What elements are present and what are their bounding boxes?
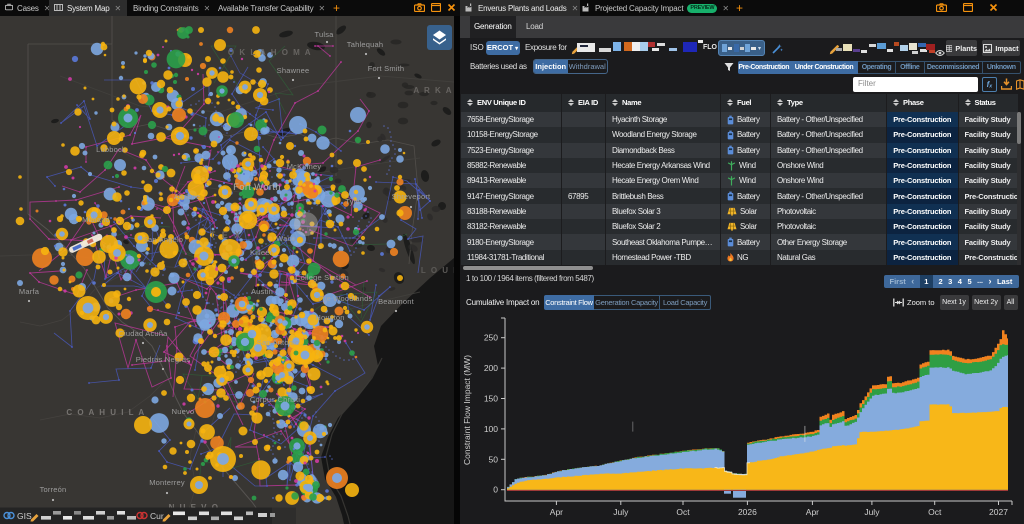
svg-text:Shreveport: Shreveport [392, 192, 431, 201]
svg-text:Ciudad Acuña: Ciudad Acuña [118, 329, 168, 338]
svg-text:Fort Worth: Fort Worth [233, 182, 281, 193]
svg-text:O K L A H O M A: O K L A H O M A [228, 48, 312, 57]
svg-text:Houston: Houston [315, 313, 344, 322]
svg-text:Oct: Oct [928, 507, 942, 517]
svg-text:50: 50 [489, 454, 499, 464]
svg-text:Tulsa: Tulsa [314, 30, 334, 39]
svg-text:San Antonio: San Antonio [257, 338, 300, 347]
svg-text:Cur: Cur [150, 511, 164, 521]
svg-text:Apr: Apr [550, 507, 563, 517]
svg-text:0: 0 [493, 485, 498, 495]
svg-text:Austin: Austin [251, 287, 273, 296]
svg-text:A R K A: A R K A [413, 86, 453, 95]
svg-text:250: 250 [484, 333, 498, 343]
svg-text:Constraint Flow Impact (MW): Constraint Flow Impact (MW) [462, 355, 472, 465]
svg-text:Nuevo: Nuevo [172, 407, 195, 416]
svg-text:Marfa: Marfa [19, 287, 40, 296]
svg-text:Shawnee: Shawnee [277, 66, 310, 75]
svg-text:150: 150 [484, 394, 498, 404]
svg-text:Midland: Midland [82, 215, 110, 224]
svg-text:Killeen: Killeen [250, 248, 274, 257]
svg-text:Abilene: Abilene [174, 192, 200, 201]
svg-text:Oct: Oct [676, 507, 690, 517]
svg-text:Fort Smith: Fort Smith [368, 64, 405, 73]
svg-text:The Woodlands: The Woodlands [318, 294, 373, 303]
svg-text:Torreón: Torreón [40, 485, 67, 494]
svg-text:Monterrey: Monterrey [149, 478, 185, 487]
svg-text:Piedras Negras: Piedras Negras [136, 355, 191, 364]
svg-text:College Station: College Station [295, 273, 349, 282]
svg-text:Corpus Christi: Corpus Christi [250, 395, 300, 404]
svg-text:2026: 2026 [738, 507, 757, 517]
svg-text:T E X: T E X [210, 230, 243, 240]
svg-text:GIS: GIS [17, 511, 32, 521]
svg-text:Beaumont: Beaumont [378, 297, 415, 306]
svg-text:July: July [613, 507, 629, 517]
svg-text:L O U I: L O U I [421, 266, 454, 275]
svg-text:2027: 2027 [989, 507, 1008, 517]
svg-text:Apr: Apr [806, 507, 819, 517]
svg-text:C O A H U I L A: C O A H U I L A [66, 408, 145, 417]
svg-text:Tahlequah: Tahlequah [347, 40, 383, 49]
svg-text:McKinney: McKinney [287, 162, 322, 171]
svg-text:July: July [864, 507, 880, 517]
svg-text:Waco: Waco [276, 234, 296, 243]
svg-text:100: 100 [484, 424, 498, 434]
svg-text:Tyler: Tyler [345, 197, 363, 206]
svg-text:San Angelo: San Angelo [143, 235, 183, 244]
svg-text:Lubbock: Lubbock [96, 145, 126, 154]
svg-text:200: 200 [484, 363, 498, 373]
